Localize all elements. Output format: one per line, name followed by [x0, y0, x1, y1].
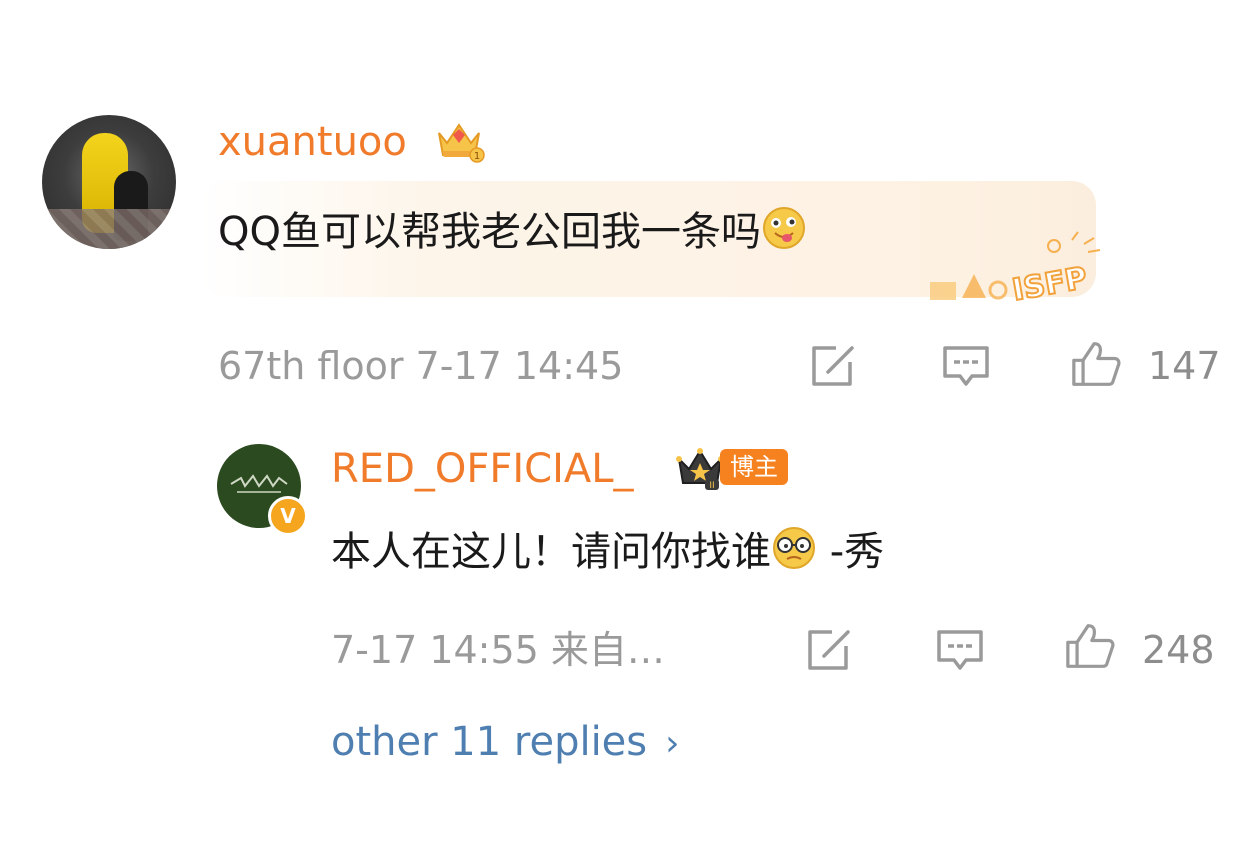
more-replies-link[interactable]: other 11 replies › — [331, 716, 680, 770]
comment-body: QQ鱼可以帮我老公回我一条吗 — [218, 204, 807, 260]
svg-text:II: II — [709, 481, 714, 491]
reply-comment-icon[interactable] — [934, 626, 986, 674]
verified-badge-icon: V — [268, 496, 308, 536]
avatar[interactable] — [42, 115, 176, 249]
comment-meta: 67th floor 7-17 14:45 — [218, 344, 624, 388]
author-role-badge: 博主 — [720, 449, 788, 485]
chevron-right-icon: › — [665, 723, 680, 764]
king-crown-badge-icon: II — [676, 448, 724, 491]
reply-author-name[interactable]: RED_OFFICIAL_ — [331, 443, 634, 495]
crown-badge-icon: 1 — [438, 123, 485, 163]
reply-signature: -秀 — [817, 529, 885, 575]
share-icon[interactable] — [802, 626, 854, 674]
comment-author-name[interactable]: xuantuoo — [218, 116, 407, 168]
svg-text:1: 1 — [474, 151, 480, 162]
like-count: 248 — [1142, 628, 1215, 672]
glasses-face-emoji-icon — [773, 527, 815, 569]
comment-text: QQ鱼可以帮我老公回我一条吗 — [218, 209, 761, 255]
isfp-label: ISFP — [1010, 261, 1090, 308]
reply-meta: 7-17 14:55 来自… — [331, 628, 665, 672]
share-icon[interactable] — [806, 342, 858, 390]
isfp-decoration: ISFP — [930, 231, 1101, 308]
reply-comment-icon[interactable] — [940, 342, 992, 390]
reply-body: 本人在这儿！请问你找谁 -秀 — [331, 524, 884, 580]
more-replies-label: other 11 replies — [331, 719, 648, 765]
like-thumb-icon[interactable] — [1064, 622, 1116, 670]
like-count: 147 — [1148, 344, 1221, 388]
like-thumb-icon[interactable] — [1070, 340, 1122, 388]
tongue-face-emoji-icon — [762, 207, 805, 249]
reply-text: 本人在这儿！请问你找谁 — [331, 529, 771, 575]
